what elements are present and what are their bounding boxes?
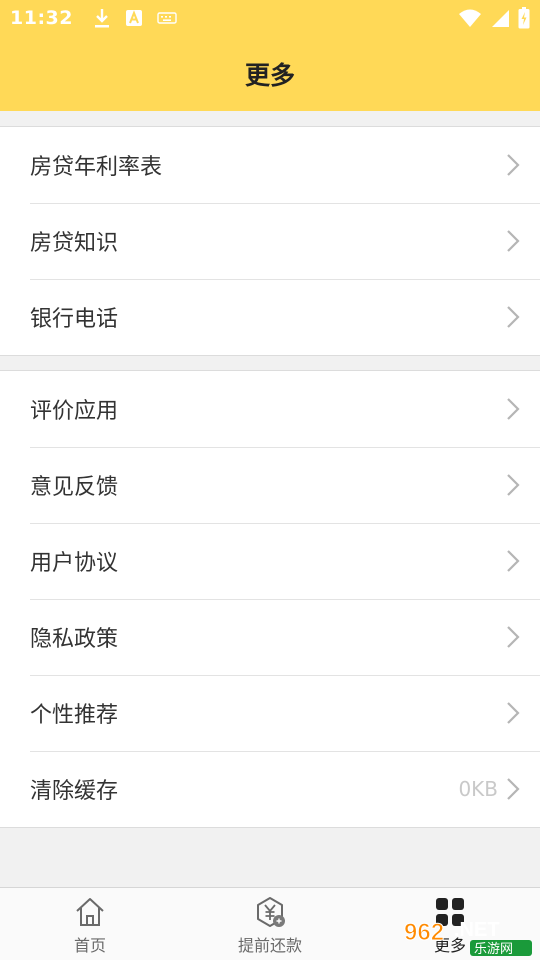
a-box-icon <box>125 10 142 26</box>
menu-group-tools: 房贷年利率表 房贷知识 银行电话 <box>0 126 540 356</box>
menu-item-label: 用户协议 <box>30 551 119 576</box>
title-bar: 更多 <box>0 36 540 111</box>
menu-item-label: 评价应用 <box>30 399 119 424</box>
cell-signal-icon <box>492 10 509 27</box>
svg-text:乐游网: 乐游网 <box>474 942 513 956</box>
menu-item-label: 银行电话 <box>30 307 119 332</box>
menu-item-clear-cache[interactable]: 清除缓存 0KB <box>0 751 540 827</box>
chevron-right-icon <box>507 550 520 572</box>
tab-label: 首页 <box>73 936 106 955</box>
chevron-right-icon <box>507 398 520 420</box>
chevron-right-icon <box>507 474 520 496</box>
menu-item-privacy-policy[interactable]: 隐私政策 <box>0 599 540 675</box>
chevron-right-icon <box>507 702 520 724</box>
menu-item-rate-table[interactable]: 房贷年利率表 <box>0 127 540 203</box>
menu-item-label: 清除缓存 <box>30 779 119 804</box>
menu-item-label: 房贷年利率表 <box>30 155 163 180</box>
menu-item-label: 隐私政策 <box>30 627 119 652</box>
menu-item-user-agreement[interactable]: 用户协议 <box>0 523 540 599</box>
download-icon <box>94 9 109 28</box>
chevron-right-icon <box>507 778 520 800</box>
menu-item-feedback[interactable]: 意见反馈 <box>0 447 540 523</box>
page-title: 更多 <box>244 60 295 90</box>
cache-size-value: 0KB <box>458 777 498 801</box>
site-watermark: 962 .NET 乐游网 <box>400 914 536 956</box>
status-time: 11:32 <box>10 7 73 29</box>
status-bar: 11:32 <box>0 0 540 36</box>
keyboard-icon <box>157 12 177 24</box>
tab-label: 提前还款 <box>237 936 302 955</box>
svg-text:962: 962 <box>404 919 444 946</box>
menu-item-label: 意见反馈 <box>30 475 119 500</box>
chevron-right-icon <box>507 230 520 252</box>
watermark-logo: 962 .NET 乐游网 <box>404 919 532 956</box>
tab-early-repayment[interactable]: 提前还款 <box>180 888 360 960</box>
wifi-icon <box>459 9 481 27</box>
menu-item-personalized-recommend[interactable]: 个性推荐 <box>0 675 540 751</box>
menu-item-bank-phone[interactable]: 银行电话 <box>0 279 540 355</box>
chevron-right-icon <box>507 154 520 176</box>
menu-group-settings: 评价应用 意见反馈 用户协议 隐私政策 个性推荐 清除缓存 0KB <box>0 370 540 828</box>
svg-text:.NET: .NET <box>454 919 500 941</box>
repay-icon <box>257 897 285 927</box>
chevron-right-icon <box>507 626 520 648</box>
chevron-right-icon <box>507 306 520 328</box>
battery-icon <box>518 7 530 29</box>
menu-item-rate-app[interactable]: 评价应用 <box>0 371 540 447</box>
tab-home[interactable]: 首页 <box>0 888 180 960</box>
menu-item-label: 个性推荐 <box>30 703 119 728</box>
home-icon <box>76 898 104 926</box>
menu-item-label: 房贷知识 <box>30 231 119 256</box>
menu-item-mortgage-knowledge[interactable]: 房贷知识 <box>0 203 540 279</box>
